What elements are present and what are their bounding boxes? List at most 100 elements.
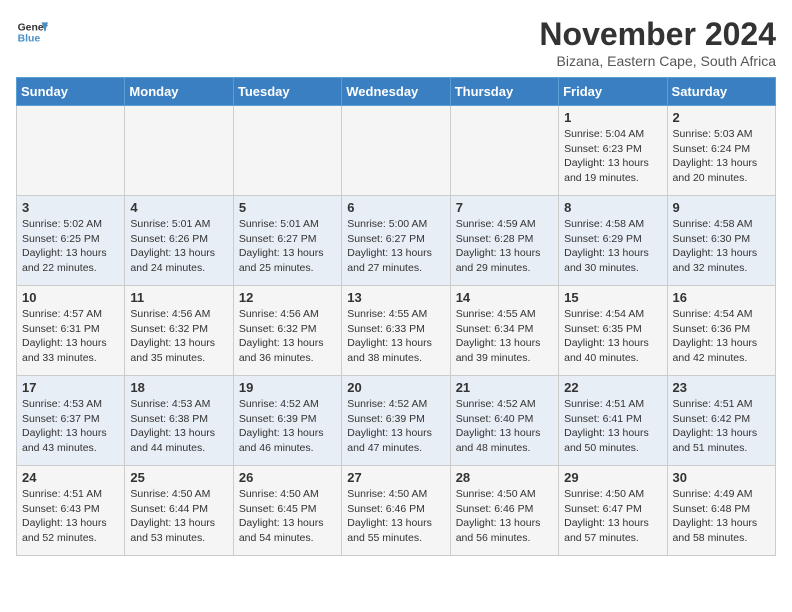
calendar-cell: 14 Sunrise: 4:55 AM Sunset: 6:34 PM Dayli… [450, 286, 558, 376]
day-number: 17 [22, 380, 119, 395]
calendar-cell: 4 Sunrise: 5:01 AM Sunset: 6:26 PM Daylig… [125, 196, 233, 286]
calendar-cell [125, 106, 233, 196]
month-title: November 2024 [539, 16, 776, 53]
day-number: 25 [130, 470, 227, 485]
day-info: Sunrise: 4:51 AM Sunset: 6:43 PM Dayligh… [22, 487, 119, 546]
day-info: Sunrise: 5:01 AM Sunset: 6:27 PM Dayligh… [239, 217, 336, 276]
day-info: Sunrise: 5:03 AM Sunset: 6:24 PM Dayligh… [673, 127, 770, 186]
day-header-thursday: Thursday [450, 78, 558, 106]
calendar-cell: 30Sunrise: 4:49 AM Sunset: 6:48 PM Dayli… [667, 466, 775, 556]
calendar-cell [342, 106, 450, 196]
day-info: Sunrise: 4:52 AM Sunset: 6:39 PM Dayligh… [347, 397, 444, 456]
day-info: Sunrise: 4:52 AM Sunset: 6:39 PM Dayligh… [239, 397, 336, 456]
day-info: Sunrise: 4:56 AM Sunset: 6:32 PM Dayligh… [239, 307, 336, 366]
day-info: Sunrise: 4:50 AM Sunset: 6:47 PM Dayligh… [564, 487, 661, 546]
calendar-cell: 12Sunrise: 4:56 AM Sunset: 6:32 PM Dayli… [233, 286, 341, 376]
calendar-cell [450, 106, 558, 196]
day-header-monday: Monday [125, 78, 233, 106]
calendar-cell: 3 Sunrise: 5:02 AM Sunset: 6:25 PM Daylig… [17, 196, 125, 286]
title-area: November 2024 Bizana, Eastern Cape, Sout… [539, 16, 776, 69]
day-number: 8 [564, 200, 661, 215]
day-number: 28 [456, 470, 553, 485]
calendar-cell: 5 Sunrise: 5:01 AM Sunset: 6:27 PM Daylig… [233, 196, 341, 286]
day-info: Sunrise: 4:50 AM Sunset: 6:46 PM Dayligh… [347, 487, 444, 546]
day-info: Sunrise: 4:54 AM Sunset: 6:35 PM Dayligh… [564, 307, 661, 366]
calendar-cell: 16Sunrise: 4:54 AM Sunset: 6:36 PM Dayli… [667, 286, 775, 376]
day-number: 3 [22, 200, 119, 215]
day-number: 9 [673, 200, 770, 215]
day-info: Sunrise: 4:51 AM Sunset: 6:41 PM Dayligh… [564, 397, 661, 456]
day-info: Sunrise: 4:56 AM Sunset: 6:32 PM Dayligh… [130, 307, 227, 366]
day-number: 7 [456, 200, 553, 215]
day-number: 22 [564, 380, 661, 395]
day-info: Sunrise: 4:58 AM Sunset: 6:30 PM Dayligh… [673, 217, 770, 276]
day-header-friday: Friday [559, 78, 667, 106]
day-number: 26 [239, 470, 336, 485]
day-header-saturday: Saturday [667, 78, 775, 106]
calendar-cell: 1 Sunrise: 5:04 AM Sunset: 6:23 PM Daylig… [559, 106, 667, 196]
day-info: Sunrise: 4:49 AM Sunset: 6:48 PM Dayligh… [673, 487, 770, 546]
calendar-cell: 7 Sunrise: 4:59 AM Sunset: 6:28 PM Daylig… [450, 196, 558, 286]
day-info: Sunrise: 4:50 AM Sunset: 6:45 PM Dayligh… [239, 487, 336, 546]
day-number: 16 [673, 290, 770, 305]
day-info: Sunrise: 5:00 AM Sunset: 6:27 PM Dayligh… [347, 217, 444, 276]
day-number: 14 [456, 290, 553, 305]
calendar-week-1: 1 Sunrise: 5:04 AM Sunset: 6:23 PM Daylig… [17, 106, 776, 196]
day-info: Sunrise: 4:55 AM Sunset: 6:34 PM Dayligh… [456, 307, 553, 366]
day-info: Sunrise: 5:01 AM Sunset: 6:26 PM Dayligh… [130, 217, 227, 276]
day-info: Sunrise: 4:57 AM Sunset: 6:31 PM Dayligh… [22, 307, 119, 366]
logo-icon: General Blue [16, 16, 48, 48]
calendar-cell: 22 Sunrise: 4:51 AM Sunset: 6:41 PM Dayli… [559, 376, 667, 466]
calendar-cell: 17 Sunrise: 4:53 AM Sunset: 6:37 PM Dayli… [17, 376, 125, 466]
day-number: 20 [347, 380, 444, 395]
day-header-sunday: Sunday [17, 78, 125, 106]
calendar-cell: 27Sunrise: 4:50 AM Sunset: 6:46 PM Dayli… [342, 466, 450, 556]
calendar-cell: 6 Sunrise: 5:00 AM Sunset: 6:27 PM Daylig… [342, 196, 450, 286]
day-info: Sunrise: 5:02 AM Sunset: 6:25 PM Dayligh… [22, 217, 119, 276]
day-number: 29 [564, 470, 661, 485]
day-number: 1 [564, 110, 661, 125]
header: General Blue November 2024 Bizana, Easte… [16, 16, 776, 69]
calendar-cell: 19 Sunrise: 4:52 AM Sunset: 6:39 PM Dayli… [233, 376, 341, 466]
calendar-cell: 2 Sunrise: 5:03 AM Sunset: 6:24 PM Daylig… [667, 106, 775, 196]
day-info: Sunrise: 5:04 AM Sunset: 6:23 PM Dayligh… [564, 127, 661, 186]
day-number: 4 [130, 200, 227, 215]
calendar-cell: 18 Sunrise: 4:53 AM Sunset: 6:38 PM Dayli… [125, 376, 233, 466]
day-info: Sunrise: 4:55 AM Sunset: 6:33 PM Dayligh… [347, 307, 444, 366]
calendar-week-2: 3 Sunrise: 5:02 AM Sunset: 6:25 PM Daylig… [17, 196, 776, 286]
day-number: 18 [130, 380, 227, 395]
calendar-cell: 29 Sunrise: 4:50 AM Sunset: 6:47 PM Dayli… [559, 466, 667, 556]
calendar-cell: 20 Sunrise: 4:52 AM Sunset: 6:39 PM Dayli… [342, 376, 450, 466]
day-number: 5 [239, 200, 336, 215]
calendar-week-5: 24Sunrise: 4:51 AM Sunset: 6:43 PM Dayli… [17, 466, 776, 556]
location-title: Bizana, Eastern Cape, South Africa [539, 53, 776, 69]
svg-text:Blue: Blue [18, 34, 41, 45]
day-number: 11 [130, 290, 227, 305]
calendar-week-3: 10Sunrise: 4:57 AM Sunset: 6:31 PM Dayli… [17, 286, 776, 376]
day-number: 23 [673, 380, 770, 395]
day-number: 15 [564, 290, 661, 305]
calendar-cell: 23 Sunrise: 4:51 AM Sunset: 6:42 PM Dayli… [667, 376, 775, 466]
calendar-cell: 9 Sunrise: 4:58 AM Sunset: 6:30 PM Daylig… [667, 196, 775, 286]
day-info: Sunrise: 4:50 AM Sunset: 6:44 PM Dayligh… [130, 487, 227, 546]
day-info: Sunrise: 4:53 AM Sunset: 6:38 PM Dayligh… [130, 397, 227, 456]
calendar-cell: 21Sunrise: 4:52 AM Sunset: 6:40 PM Dayli… [450, 376, 558, 466]
day-info: Sunrise: 4:59 AM Sunset: 6:28 PM Dayligh… [456, 217, 553, 276]
calendar-cell [17, 106, 125, 196]
day-number: 13 [347, 290, 444, 305]
day-number: 2 [673, 110, 770, 125]
day-info: Sunrise: 4:53 AM Sunset: 6:37 PM Dayligh… [22, 397, 119, 456]
calendar-header-row: SundayMondayTuesdayWednesdayThursdayFrid… [17, 78, 776, 106]
calendar-cell: 26 Sunrise: 4:50 AM Sunset: 6:45 PM Dayli… [233, 466, 341, 556]
day-header-wednesday: Wednesday [342, 78, 450, 106]
calendar-cell: 25 Sunrise: 4:50 AM Sunset: 6:44 PM Dayli… [125, 466, 233, 556]
day-info: Sunrise: 4:52 AM Sunset: 6:40 PM Dayligh… [456, 397, 553, 456]
day-info: Sunrise: 4:50 AM Sunset: 6:46 PM Dayligh… [456, 487, 553, 546]
day-header-tuesday: Tuesday [233, 78, 341, 106]
calendar-cell: 11 Sunrise: 4:56 AM Sunset: 6:32 PM Dayli… [125, 286, 233, 376]
day-number: 19 [239, 380, 336, 395]
calendar-cell [233, 106, 341, 196]
day-info: Sunrise: 4:51 AM Sunset: 6:42 PM Dayligh… [673, 397, 770, 456]
day-number: 6 [347, 200, 444, 215]
calendar-cell: 15 Sunrise: 4:54 AM Sunset: 6:35 PM Dayli… [559, 286, 667, 376]
